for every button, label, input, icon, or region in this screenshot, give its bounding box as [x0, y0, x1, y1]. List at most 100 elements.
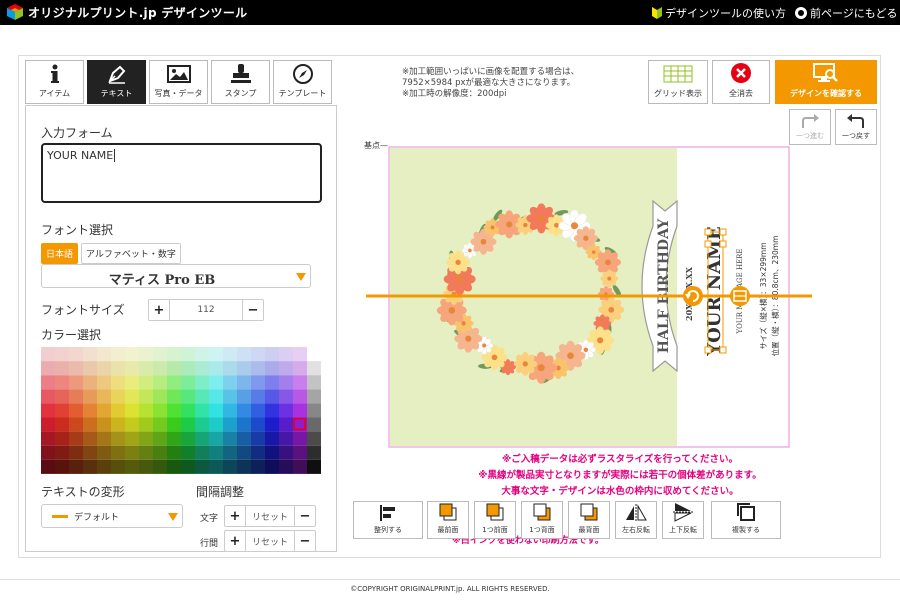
color-swatch[interactable]: [69, 361, 83, 376]
flip-vertical-button[interactable]: 上下反転: [662, 501, 704, 539]
color-swatch[interactable]: [209, 389, 223, 404]
color-swatch[interactable]: [223, 431, 237, 446]
color-swatch[interactable]: [97, 375, 111, 390]
color-swatch[interactable]: [181, 445, 195, 460]
line-spacing-plus-button[interactable]: +: [225, 531, 245, 551]
color-swatch[interactable]: [209, 445, 223, 460]
duplicate-button[interactable]: 複製する: [711, 501, 781, 539]
color-swatch[interactable]: [153, 375, 167, 390]
color-swatch[interactable]: [111, 431, 125, 446]
color-swatch[interactable]: [209, 403, 223, 418]
color-swatch[interactable]: [41, 445, 55, 460]
color-swatch[interactable]: [223, 445, 237, 460]
font-dropdown[interactable]: マティス Pro EB: [41, 264, 311, 288]
color-swatch[interactable]: [265, 347, 279, 362]
color-swatch[interactable]: [139, 389, 153, 404]
color-swatch[interactable]: [293, 459, 307, 474]
clear-all-button[interactable]: 全消去: [712, 60, 770, 104]
color-swatch[interactable]: [237, 445, 251, 460]
color-swatch[interactable]: [97, 403, 111, 418]
color-swatch[interactable]: [55, 431, 69, 446]
color-swatch[interactable]: [251, 445, 265, 460]
bring-to-front-button[interactable]: 最前面: [427, 501, 469, 539]
color-swatch[interactable]: [195, 417, 209, 432]
color-swatch[interactable]: [251, 347, 265, 362]
color-swatch[interactable]: [209, 459, 223, 474]
color-swatch[interactable]: [279, 417, 293, 432]
color-swatch[interactable]: [265, 361, 279, 376]
color-swatch[interactable]: [55, 403, 69, 418]
color-swatch[interactable]: [83, 417, 97, 432]
color-swatch[interactable]: [41, 459, 55, 474]
send-to-back-button[interactable]: 最背面: [568, 501, 610, 539]
color-swatch[interactable]: [125, 361, 139, 376]
color-swatch[interactable]: [279, 361, 293, 376]
color-swatch[interactable]: [97, 445, 111, 460]
tab-text[interactable]: テキスト: [87, 60, 146, 104]
tab-stamp[interactable]: スタンプ: [211, 60, 270, 104]
color-swatch[interactable]: [307, 375, 321, 390]
color-swatch[interactable]: [237, 417, 251, 432]
color-swatch[interactable]: [265, 389, 279, 404]
color-swatch[interactable]: [69, 375, 83, 390]
color-swatch[interactable]: [97, 389, 111, 404]
color-swatch[interactable]: [41, 375, 55, 390]
color-swatch[interactable]: [195, 459, 209, 474]
color-swatch[interactable]: [55, 361, 69, 376]
color-swatch[interactable]: [83, 361, 97, 376]
color-swatch[interactable]: [223, 389, 237, 404]
color-swatch[interactable]: [279, 445, 293, 460]
color-swatch[interactable]: [125, 445, 139, 460]
color-swatch[interactable]: [181, 403, 195, 418]
color-swatch[interactable]: [167, 361, 181, 376]
color-swatch[interactable]: [139, 375, 153, 390]
color-swatch[interactable]: [293, 361, 307, 376]
color-swatch[interactable]: [237, 431, 251, 446]
color-swatch[interactable]: [251, 375, 265, 390]
color-swatch[interactable]: [139, 417, 153, 432]
color-swatch[interactable]: [139, 347, 153, 362]
color-swatch[interactable]: [125, 347, 139, 362]
color-swatch[interactable]: [265, 459, 279, 474]
color-swatch[interactable]: [69, 347, 83, 362]
color-swatch[interactable]: [167, 417, 181, 432]
color-swatch[interactable]: [167, 459, 181, 474]
color-swatch[interactable]: [41, 417, 55, 432]
bring-forward-button[interactable]: 1つ前面: [474, 501, 516, 539]
color-swatch[interactable]: [181, 459, 195, 474]
color-swatch[interactable]: [111, 361, 125, 376]
color-swatch[interactable]: [265, 417, 279, 432]
font-tab-alphabet[interactable]: アルファベット・数字: [81, 243, 181, 264]
color-swatch[interactable]: [307, 403, 321, 418]
color-swatch[interactable]: [69, 403, 83, 418]
undo-button[interactable]: 一つ戻す: [835, 109, 877, 145]
color-swatch[interactable]: [293, 431, 307, 446]
color-swatch[interactable]: [223, 459, 237, 474]
color-swatch[interactable]: [153, 417, 167, 432]
color-swatch[interactable]: [167, 389, 181, 404]
color-swatch[interactable]: [97, 361, 111, 376]
send-backward-button[interactable]: 1つ背面: [521, 501, 563, 539]
color-swatch[interactable]: [293, 347, 307, 362]
char-spacing-reset-button[interactable]: リセット: [245, 506, 295, 526]
color-swatch[interactable]: [41, 361, 55, 376]
color-swatch[interactable]: [55, 417, 69, 432]
redo-button[interactable]: 一つ進む: [789, 109, 831, 145]
back-link[interactable]: 前ページにもどる: [795, 5, 898, 21]
char-spacing-minus-button[interactable]: −: [295, 506, 315, 526]
color-swatch[interactable]: [83, 431, 97, 446]
tab-photo[interactable]: 写真・データ: [149, 60, 208, 104]
color-swatch[interactable]: [195, 361, 209, 376]
color-swatch[interactable]: [251, 389, 265, 404]
color-swatch[interactable]: [69, 417, 83, 432]
color-swatch[interactable]: [181, 431, 195, 446]
color-swatch[interactable]: [251, 417, 265, 432]
color-swatch[interactable]: [293, 389, 307, 404]
color-swatch[interactable]: [83, 459, 97, 474]
logo[interactable]: オリジナルプリント.jp デザインツール: [6, 3, 247, 21]
grid-toggle-button[interactable]: グリッド表示: [648, 60, 708, 104]
color-swatch[interactable]: [125, 417, 139, 432]
color-swatch[interactable]: [55, 389, 69, 404]
color-swatch[interactable]: [195, 403, 209, 418]
color-swatch[interactable]: [209, 431, 223, 446]
